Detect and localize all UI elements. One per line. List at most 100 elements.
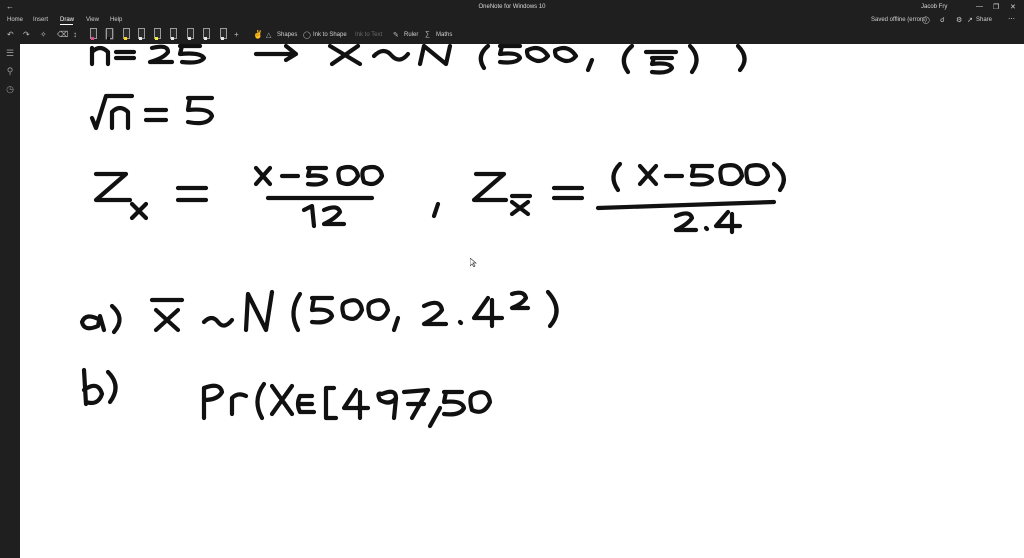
ink-frac2-bar xyxy=(595,199,777,211)
touch-draw-icon[interactable]: ✌ xyxy=(253,30,263,39)
ink-frac1-12 xyxy=(301,203,347,229)
ink-frac2-dot xyxy=(703,225,710,232)
ink-sup-2 xyxy=(509,290,531,311)
notifications-icon[interactable]: ☌ xyxy=(940,16,945,24)
ink-N-2 xyxy=(243,289,275,333)
ink-Z-2 xyxy=(471,171,509,203)
ink-close-paren xyxy=(735,44,747,73)
ink-open-paren xyxy=(478,44,491,71)
shapes-button[interactable]: Shapes xyxy=(277,32,297,38)
lasso-select-icon[interactable]: ✧ xyxy=(40,30,47,39)
pen-9[interactable] xyxy=(219,28,227,40)
share-button[interactable]: Share xyxy=(976,17,992,23)
recent-notes-icon[interactable]: ◷ xyxy=(5,84,15,94)
ink-2 xyxy=(147,44,175,65)
ink-frac2-x xyxy=(637,163,659,187)
pen-1[interactable] xyxy=(89,28,97,40)
ink-N-1 xyxy=(417,44,453,67)
window-title: OneNote for Windows 10 xyxy=(478,4,546,10)
highlighter-1[interactable] xyxy=(153,28,161,40)
ink-comma-3 xyxy=(391,315,401,333)
note-page[interactable] xyxy=(20,44,1024,558)
ink-frac2-open xyxy=(611,161,623,193)
ink-to-text-button[interactable]: Ink to Text xyxy=(355,32,382,38)
sync-status[interactable]: Saved offline (errors) xyxy=(871,17,927,23)
ink-a xyxy=(79,313,107,333)
ink-comma-4 xyxy=(427,405,443,429)
ink-x-bar xyxy=(327,44,363,67)
ink-tilde xyxy=(371,48,411,62)
ink-frac2-close xyxy=(771,161,786,193)
maths-icon[interactable]: ∑ xyxy=(425,31,430,38)
tab-home[interactable]: Home xyxy=(7,17,23,23)
onenote-window: ← OneNote for Windows 10 Jacob Fry — ❐ ✕… xyxy=(0,0,1024,558)
share-icon[interactable]: ↗ xyxy=(967,16,973,24)
ruler-button[interactable]: Ruler xyxy=(404,32,418,38)
ruler-icon[interactable]: ✎ xyxy=(393,31,399,39)
pen-3[interactable] xyxy=(122,28,130,40)
settings-icon[interactable]: ⚙ xyxy=(956,16,962,24)
ink-n-2 xyxy=(109,105,131,131)
pen-7[interactable] xyxy=(186,28,194,40)
handwritten-ink xyxy=(79,44,786,429)
ink-5-b xyxy=(649,55,675,75)
search-icon[interactable]: ⚲ xyxy=(5,66,15,76)
minimize-icon[interactable]: — xyxy=(976,3,983,10)
user-name[interactable]: Jacob Fry xyxy=(921,4,947,10)
more-options-icon[interactable]: ⋯ xyxy=(1008,15,1015,23)
ink-tilde-2 xyxy=(201,315,235,328)
ink-equals-2 xyxy=(143,107,169,123)
ink-open-paren-2 xyxy=(621,44,635,75)
ink-frac2-4 xyxy=(713,209,743,235)
ink-frac1-5 xyxy=(305,165,329,187)
ink-5-d xyxy=(441,389,467,417)
tab-draw[interactable]: Draw xyxy=(60,17,74,23)
eraser-icon[interactable]: ⌫ xyxy=(57,30,68,39)
insert-space-icon[interactable]: ↕ xyxy=(73,30,77,39)
maximize-icon[interactable]: ❐ xyxy=(993,3,999,11)
ink-frac1-0b xyxy=(360,164,385,187)
ink-frac1-x xyxy=(253,165,273,187)
ink-a-paren xyxy=(109,303,122,335)
ink-dot-b xyxy=(457,319,464,326)
pen-6[interactable] xyxy=(169,28,177,40)
ink-sub-x-1 xyxy=(129,201,149,221)
ink-7 xyxy=(401,387,431,421)
tab-insert[interactable]: Insert xyxy=(33,17,48,23)
undo-icon[interactable]: ↶ xyxy=(7,30,14,39)
maths-button[interactable]: Maths xyxy=(436,32,452,38)
ink-equals-4 xyxy=(551,185,585,201)
add-pen-icon[interactable]: + xyxy=(234,30,239,39)
ink-Z-1 xyxy=(93,171,133,203)
ink-open-paren-3 xyxy=(291,291,303,333)
lightbulb-icon[interactable]: ◯ xyxy=(922,16,930,24)
pen-2-selected[interactable] xyxy=(105,28,114,40)
pen-4[interactable] xyxy=(137,28,145,40)
ink-close-paren-2 xyxy=(687,44,699,75)
ink-P xyxy=(201,383,225,421)
ink-to-shape-icon[interactable]: ◯ xyxy=(303,31,311,39)
tab-help[interactable]: Help xyxy=(110,17,122,23)
ink-frac2-0a xyxy=(718,163,745,187)
ink-open-paren-4 xyxy=(255,381,267,421)
ink-b-paren xyxy=(105,369,118,405)
navigation-rail: ☰ ⚲ ◷ xyxy=(0,44,20,558)
close-icon[interactable]: ✕ xyxy=(1010,3,1016,11)
pen-8[interactable] xyxy=(202,28,210,40)
ink-frac2-5 xyxy=(689,163,715,187)
ink-arrow xyxy=(253,44,299,63)
ink-frac1-0a xyxy=(336,164,361,187)
ink-n xyxy=(89,45,111,67)
notebooks-icon[interactable]: ☰ xyxy=(5,48,15,58)
redo-icon[interactable]: ↷ xyxy=(23,30,30,39)
shapes-icon[interactable]: △ xyxy=(266,31,271,39)
ink-sub-xbar xyxy=(509,193,533,217)
ink-X xyxy=(269,383,295,417)
ink-frac2-2 xyxy=(673,211,699,233)
ink-4-c xyxy=(341,387,371,421)
title-bar: ← OneNote for Windows 10 Jacob Fry — ❐ ✕ xyxy=(0,0,1024,14)
ink-to-shape-button[interactable]: Ink to Shape xyxy=(313,32,347,38)
tab-view[interactable]: View xyxy=(86,17,99,23)
ink-element-of xyxy=(295,393,317,415)
ink-2-b xyxy=(421,300,449,327)
